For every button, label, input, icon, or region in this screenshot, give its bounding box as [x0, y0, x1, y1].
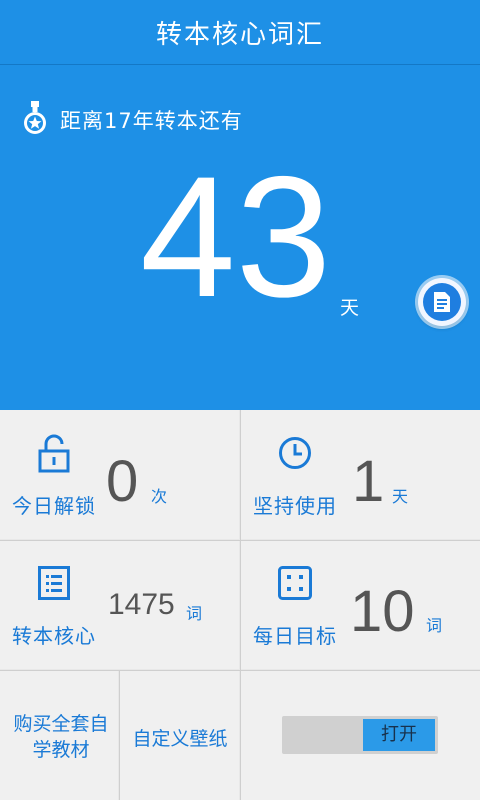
unlock-value: 0: [106, 449, 139, 514]
dice-icon: [278, 566, 312, 600]
title-bar: 转本核心词汇: [0, 0, 480, 65]
countdown-label: 距离17年转本还有: [60, 109, 243, 133]
countdown-panel: 距离17年转本还有 43 天: [0, 65, 480, 410]
lock-toggle[interactable]: 打开: [282, 716, 438, 754]
wallpaper-button-label: 自定义壁纸: [132, 728, 228, 750]
list-icon: [38, 566, 70, 600]
core-value: 1475: [108, 588, 175, 621]
notes-button[interactable]: [418, 278, 466, 326]
countdown-days-value: 43: [140, 141, 332, 333]
buy-label-line1: 购买全套自: [13, 713, 109, 735]
divider: [240, 410, 241, 800]
countdown-days-unit: 天: [340, 297, 360, 319]
core-unit: 词: [186, 604, 203, 623]
unlock-icon: [38, 434, 70, 473]
buy-button-label: 购买全套自 学教材: [6, 711, 116, 763]
persist-value: 1: [352, 449, 385, 514]
persist-unit: 天: [392, 487, 409, 506]
divider: [119, 670, 120, 800]
unlock-unit: 次: [151, 487, 168, 506]
goal-value: 10: [350, 579, 415, 644]
core-label: 转本核心: [12, 624, 96, 648]
app-title: 转本核心词汇: [155, 20, 324, 50]
unlock-label: 今日解锁: [12, 494, 96, 518]
document-icon: [434, 292, 450, 312]
toggle-knob[interactable]: 打开: [363, 719, 435, 751]
goal-label: 每日目标: [253, 624, 337, 648]
medal-icon: [24, 101, 46, 134]
app-root: 转本核心词汇 距离17年转本还有 43 天 今日解锁 0 次 坚持使用 1 天 …: [0, 0, 480, 800]
clock-icon: [279, 437, 311, 469]
notes-button-face[interactable]: [423, 283, 461, 321]
goal-unit: 词: [426, 616, 443, 635]
buy-label-line2: 学教材: [32, 739, 90, 761]
persist-label: 坚持使用: [253, 494, 337, 518]
